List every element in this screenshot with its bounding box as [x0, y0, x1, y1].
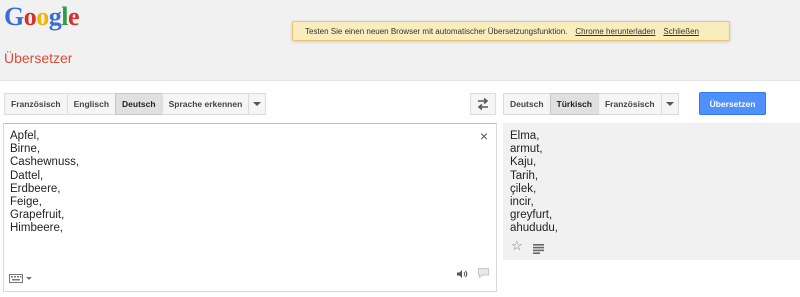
logo-letter: l [61, 2, 68, 31]
keyboard-icon[interactable] [9, 274, 32, 283]
source-lang-detect[interactable]: Sprache erkennen [161, 93, 250, 115]
source-lang-english[interactable]: Englisch [66, 93, 117, 115]
source-language-bar: Französisch Englisch Deutsch Sprache erk… [4, 93, 267, 115]
source-textarea[interactable]: Apfel, Birne, Cashewnuss, Dattel, Erdbee… [3, 123, 497, 292]
chat-icon[interactable] [478, 265, 489, 283]
swap-languages-button[interactable] [470, 93, 496, 115]
list-icon[interactable] [533, 241, 544, 259]
top-bar: Google Testen Sie einen neuen Browser mi… [0, 0, 800, 81]
notice-text: Testen Sie einen neuen Browser mit autom… [305, 26, 568, 36]
source-text[interactable]: Apfel, Birne, Cashewnuss, Dattel, Erdbee… [10, 130, 79, 236]
target-lang-dropdown[interactable] [660, 93, 679, 115]
chevron-down-icon [665, 102, 674, 106]
logo-letter: o [23, 2, 37, 31]
logo-letter: o [36, 2, 49, 31]
logo-letter: g [48, 2, 62, 31]
download-chrome-link[interactable]: Chrome herunterladen [575, 27, 655, 36]
source-lang-german[interactable]: Deutsch [115, 93, 163, 115]
source-lang-french[interactable]: Französisch [4, 93, 68, 115]
star-icon[interactable]: ☆ [511, 238, 523, 254]
target-lang-french[interactable]: Französisch [597, 93, 662, 115]
result-text[interactable]: Elma, armut, Kaju, Tarih, çilek, incir, … [510, 130, 558, 236]
chevron-down-icon [26, 277, 32, 280]
keyboard-glyph [9, 274, 23, 283]
result-panel: Elma, armut, Kaju, Tarih, çilek, incir, … [503, 123, 800, 260]
source-lang-dropdown[interactable] [248, 93, 267, 115]
translate-button[interactable]: Übersetzen [699, 92, 766, 115]
target-lang-turkish[interactable]: Türkisch [549, 93, 599, 115]
target-lang-german[interactable]: Deutsch [503, 93, 551, 115]
chevron-down-icon [253, 102, 262, 106]
logo-letter: e [67, 2, 80, 31]
logo-letter: G [4, 2, 24, 31]
close-icon[interactable]: × [480, 128, 488, 144]
target-language-bar: Deutsch Türkisch Französisch [503, 93, 679, 115]
speaker-icon[interactable] [456, 266, 468, 284]
browser-notice: Testen Sie einen neuen Browser mit autom… [292, 21, 730, 41]
swap-icon [477, 98, 489, 110]
page-title: Übersetzer [4, 50, 73, 66]
google-logo[interactable]: Google [4, 2, 80, 32]
close-notice-link[interactable]: Schließen [663, 27, 699, 36]
